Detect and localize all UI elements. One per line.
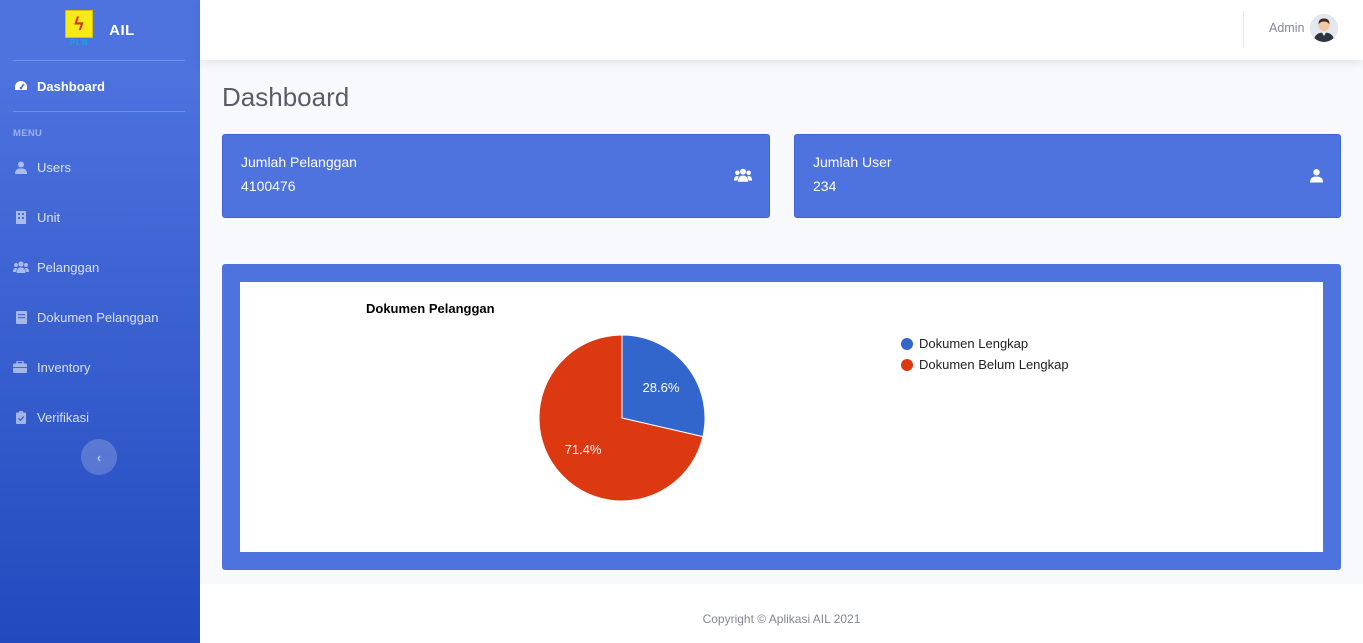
brand-name: AIL — [109, 21, 135, 39]
pie-chart: Dokumen Pelanggan 28.6% 71.4% Dokumen Len… — [240, 282, 1323, 552]
sidebar-item-dokumen-pelanggan[interactable]: Dokumen Pelanggan — [0, 292, 200, 342]
sidebar-item-users[interactable]: Users — [0, 142, 200, 192]
stat-card-value: 234 — [813, 178, 837, 194]
sidebar-item-unit[interactable]: Unit — [0, 192, 200, 242]
sidebar-item-dashboard[interactable]: Dashboard — [0, 61, 200, 111]
sidebar-item-verifikasi[interactable]: Verifikasi — [0, 392, 200, 442]
sidebar-toggle-button[interactable]: ‹ — [81, 439, 117, 475]
user-icon — [1310, 168, 1323, 188]
user-avatar[interactable] — [1310, 14, 1338, 42]
sidebar-brand[interactable]: ϟ PLN AIL — [0, 0, 200, 60]
user-icon — [13, 159, 29, 175]
legend-label: Dokumen Belum Lengkap — [919, 357, 1069, 372]
book-icon — [13, 309, 29, 325]
sidebar-item-inventory[interactable]: Inventory — [0, 342, 200, 392]
building-icon — [13, 209, 29, 225]
legend-marker — [901, 337, 913, 350]
topbar-divider — [1243, 11, 1244, 47]
users-icon — [734, 168, 752, 187]
sidebar: ϟ PLN AIL Dashboard MENU Users Unit Pela… — [0, 0, 200, 643]
sidebar-item-label: Pelanggan — [37, 259, 100, 275]
tachometer-icon — [13, 78, 29, 94]
pie-slice-label: 28.6% — [643, 380, 680, 395]
copyright-text: Copyright © Aplikasi AIL 2021 — [702, 612, 861, 626]
pln-logo: ϟ PLN — [65, 10, 94, 50]
stat-card-label: Jumlah Pelanggan — [241, 154, 357, 170]
chart-legend: Dokumen Lengkap Dokumen Belum Lengkap — [901, 333, 1069, 375]
stat-card-value: 4100476 — [241, 178, 296, 194]
footer: Copyright © Aplikasi AIL 2021 — [200, 584, 1363, 643]
sidebar-item-pelanggan[interactable]: Pelanggan — [0, 242, 200, 292]
legend-item[interactable]: Dokumen Belum Lengkap — [901, 354, 1069, 375]
legend-label: Dokumen Lengkap — [919, 336, 1029, 351]
sidebar-item-label: Verifikasi — [37, 409, 90, 425]
stat-card-jumlah-user: Jumlah User 234 — [794, 134, 1341, 218]
stat-card-jumlah-pelanggan: Jumlah Pelanggan 4100476 — [222, 134, 770, 218]
legend-marker — [901, 358, 913, 371]
toolbox-icon — [11, 359, 29, 375]
user-name[interactable]: Admin — [1269, 21, 1304, 35]
users-icon — [13, 259, 29, 275]
sidebar-item-label: Dokumen Pelanggan — [37, 309, 159, 325]
sidebar-item-label: Inventory — [37, 359, 91, 375]
topbar: Admin — [200, 0, 1363, 60]
sidebar-item-label: Unit — [37, 209, 61, 225]
stat-card-label: Jumlah User — [813, 154, 892, 170]
sidebar-item-label: Users — [37, 159, 71, 175]
sidebar-heading: MENU — [13, 128, 43, 139]
pie-svg: 28.6% 71.4% — [538, 334, 706, 502]
pie-slice-label: 71.4% — [565, 442, 602, 457]
clipboard-check-icon — [13, 409, 29, 425]
page-title: Dashboard — [222, 82, 350, 112]
sidebar-item-label: Dashboard — [37, 78, 105, 94]
chart-card: Dokumen Pelanggan 28.6% 71.4% Dokumen Len… — [222, 264, 1341, 570]
chevron-left-icon: ‹ — [96, 449, 102, 465]
legend-item[interactable]: Dokumen Lengkap — [901, 333, 1069, 354]
